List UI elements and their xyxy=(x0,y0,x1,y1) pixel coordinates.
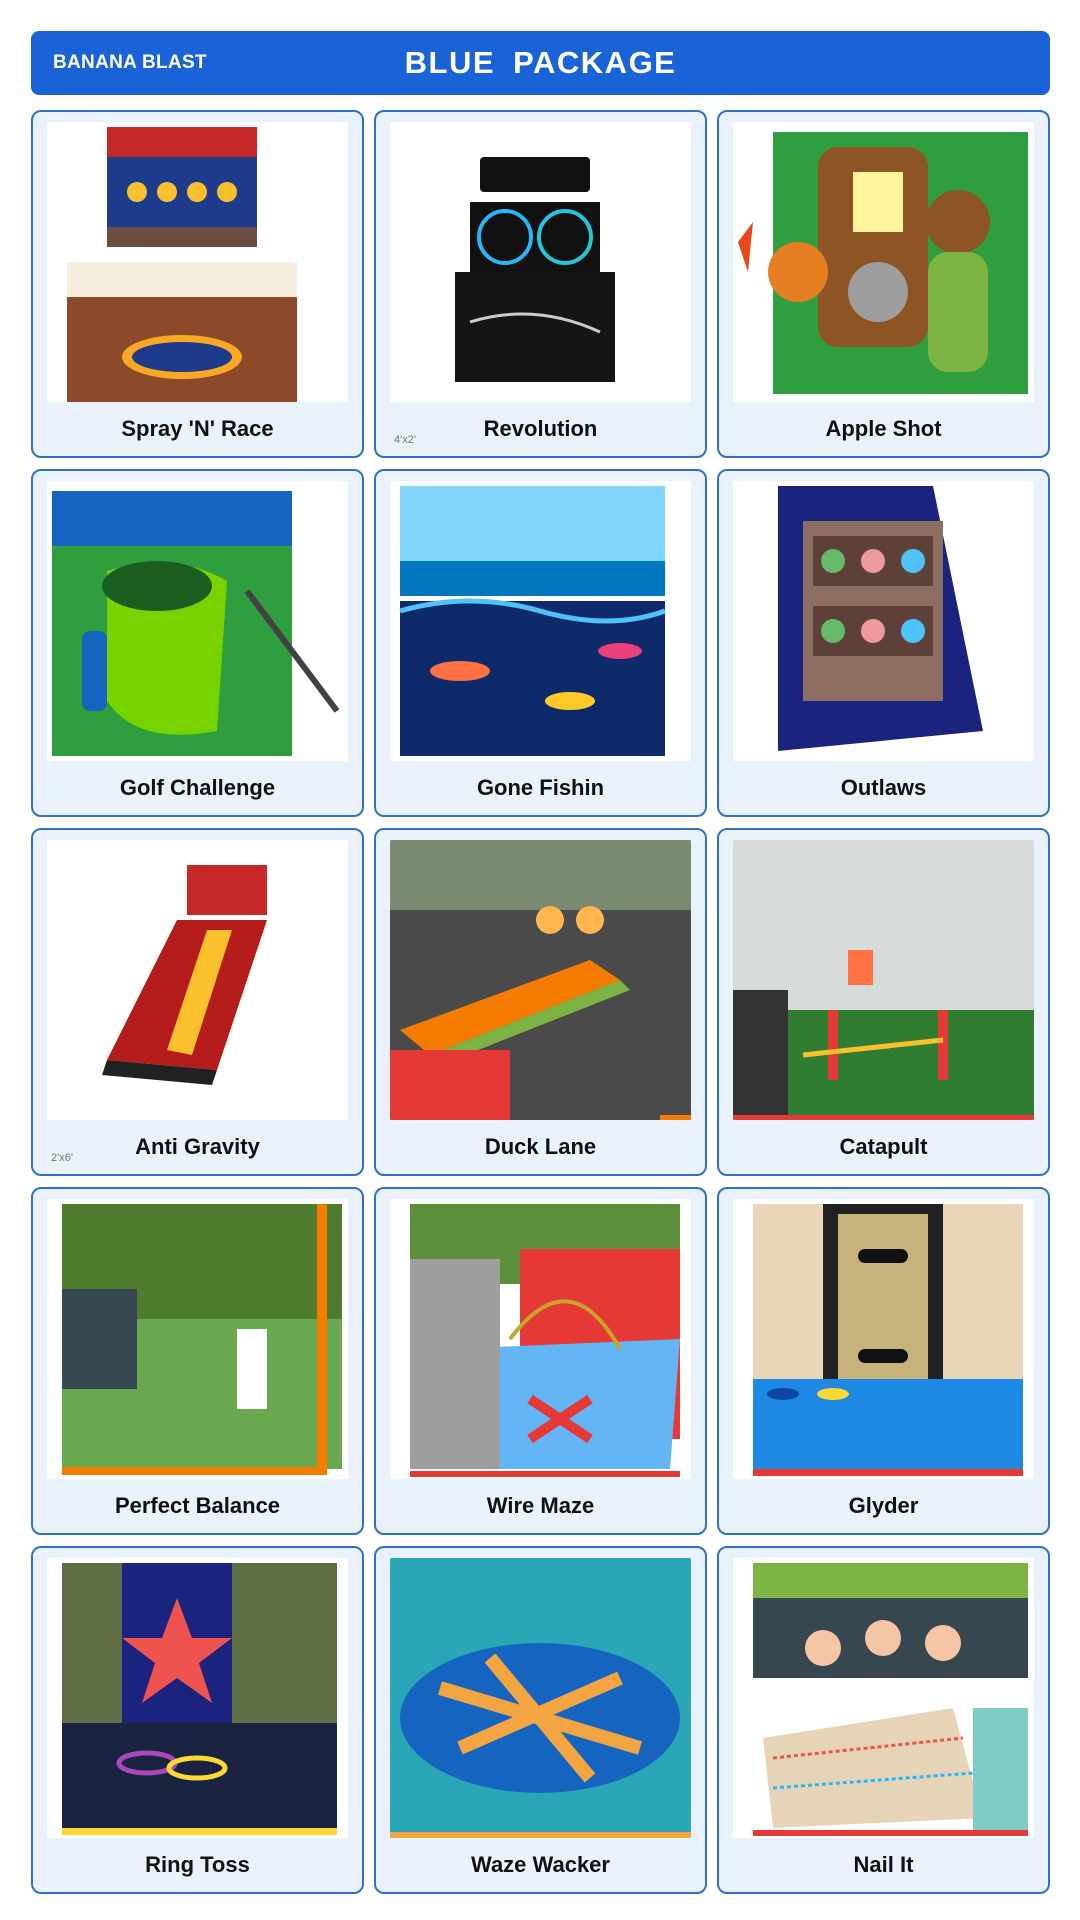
glyder-game-photo xyxy=(733,1199,1034,1479)
game-label: Glyder xyxy=(848,1493,919,1518)
game-card-duck-lane[interactable]: Duck Lane xyxy=(374,828,707,1176)
game-label: Anti Gravity xyxy=(135,1134,260,1159)
nail-it-game-photo xyxy=(733,1558,1034,1838)
game-label: Spray 'N' Race xyxy=(121,416,274,441)
outlaws-game-photo xyxy=(733,481,1034,761)
game-label: Outlaws xyxy=(840,775,927,800)
game-card-golf-challenge[interactable]: Golf Challenge xyxy=(31,469,364,817)
game-card-perfect-balance[interactable]: Perfect Balance xyxy=(31,1187,364,1535)
game-label: Perfect Balance xyxy=(114,1493,281,1518)
game-label: Wire Maze xyxy=(486,1493,595,1518)
game-card-ring-toss[interactable]: Ring Toss xyxy=(31,1546,364,1894)
game-label: Ring Toss xyxy=(145,1852,250,1877)
ring-toss-game-photo xyxy=(47,1558,348,1838)
waze-wacker-game-photo xyxy=(390,1558,691,1838)
gone-fishin-game-photo xyxy=(390,481,691,761)
golf-challenge-game-photo xyxy=(47,481,348,761)
game-card-nail-it[interactable]: Nail It xyxy=(717,1546,1050,1894)
revolution-game-photo xyxy=(390,122,691,402)
game-label: Catapult xyxy=(839,1134,928,1159)
duck-lane-game-photo xyxy=(390,840,691,1120)
game-label: Waze Wacker xyxy=(471,1852,610,1877)
game-label: Apple Shot xyxy=(825,416,942,441)
game-card-outlaws[interactable]: Outlaws xyxy=(717,469,1050,817)
game-card-gone-fishin[interactable]: Gone Fishin xyxy=(374,469,707,817)
game-card-wire-maze[interactable]: Wire Maze xyxy=(374,1187,707,1535)
game-label: Golf Challenge xyxy=(119,775,276,800)
wire-maze-game-photo xyxy=(390,1199,691,1479)
game-label: Revolution xyxy=(483,416,598,441)
brand-name: BANANA BLAST xyxy=(53,52,207,73)
perfect-balance-game-photo xyxy=(47,1199,348,1479)
game-label: Nail It xyxy=(853,1852,914,1877)
game-grid: Spray 'N' Race 4'x2' Revolution Apple Sh… xyxy=(31,110,1050,1894)
game-card-waze-wacker[interactable]: Waze Wacker xyxy=(374,1546,707,1894)
game-card-anti-gravity[interactable]: 2'x6' Anti Gravity xyxy=(31,828,364,1176)
game-label: Gone Fishin xyxy=(476,775,605,800)
game-card-spray-n-race[interactable]: Spray 'N' Race xyxy=(31,110,364,458)
spray-n-race-game-photo xyxy=(47,122,348,402)
game-card-glyder[interactable]: Glyder xyxy=(717,1187,1050,1535)
game-card-revolution[interactable]: 4'x2' Revolution xyxy=(374,110,707,458)
anti-gravity-game-photo xyxy=(47,840,348,1120)
catapult-game-photo xyxy=(733,840,1034,1120)
game-card-catapult[interactable]: Catapult xyxy=(717,828,1050,1176)
package-title: BLUE PACKAGE xyxy=(404,45,677,80)
package-header: BANANA BLAST BLUE PACKAGE xyxy=(31,31,1050,95)
game-card-apple-shot[interactable]: Apple Shot xyxy=(717,110,1050,458)
game-label: Duck Lane xyxy=(484,1134,597,1159)
apple-shot-game-photo xyxy=(733,122,1034,402)
